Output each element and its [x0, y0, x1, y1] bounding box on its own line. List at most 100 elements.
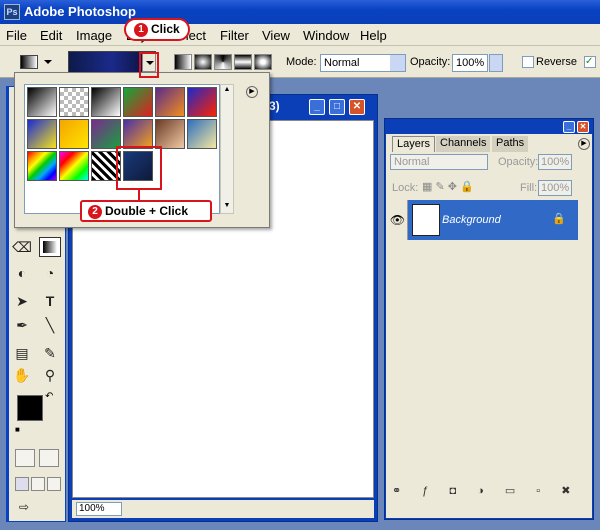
- gradient-swatch[interactable]: [27, 119, 57, 149]
- menu-window[interactable]: Window: [303, 28, 349, 43]
- line-icon[interactable]: ╲: [39, 315, 61, 335]
- zoom-value: 100%: [79, 503, 105, 514]
- linear-gradient-button[interactable]: [174, 54, 192, 70]
- gradient-swatch[interactable]: [91, 119, 121, 149]
- chevron-down-icon: [390, 55, 405, 71]
- gradient-scrollbar[interactable]: ▲ ▼: [220, 84, 234, 214]
- hand-icon[interactable]: ✋: [11, 365, 33, 385]
- blend-mode-select[interactable]: Normal: [390, 154, 488, 170]
- gradient-swatch[interactable]: [27, 87, 57, 117]
- visibility-eye-icon[interactable]: 👁: [388, 200, 408, 240]
- swap-colors-icon[interactable]: ↶: [45, 391, 53, 402]
- gradient-swatch[interactable]: [155, 119, 185, 149]
- gradient-swatch[interactable]: [123, 87, 153, 117]
- menu-view[interactable]: View: [262, 28, 290, 43]
- gradient-picker-menu-icon[interactable]: ▶: [246, 86, 258, 98]
- step1-number: 1: [134, 22, 148, 37]
- jump-to-imageready-icon[interactable]: ⇨: [13, 497, 35, 517]
- tab-paths[interactable]: Paths: [492, 136, 529, 152]
- gradient-swatch[interactable]: [59, 151, 89, 181]
- layer-lock-icon: 🔒: [552, 213, 566, 225]
- scroll-down-icon[interactable]: ▼: [222, 202, 232, 212]
- eyedropper-icon[interactable]: ✎: [39, 343, 61, 363]
- photoshop-app-icon: Ps: [4, 4, 20, 20]
- gradient-tool-icon[interactable]: [39, 237, 61, 257]
- menu-bar: File Edit Image Layer Select Filter View…: [0, 24, 600, 46]
- gradient-swatch[interactable]: [187, 119, 217, 149]
- tool-preset-picker[interactable]: [16, 52, 58, 72]
- path-selection-icon[interactable]: ➤: [11, 291, 33, 311]
- opacity-value: 100%: [456, 57, 485, 69]
- dither-checkbox[interactable]: ✓: [584, 56, 596, 68]
- layer-thumbnail: [412, 204, 440, 236]
- screen-mode-full-menu-button[interactable]: [31, 477, 45, 491]
- default-colors-icon[interactable]: ■: [15, 425, 20, 434]
- step1-text: Click: [151, 22, 180, 36]
- blur-icon[interactable]: ◐: [11, 263, 33, 283]
- window-title: Adobe Photoshop: [24, 4, 136, 19]
- step2-number: 2: [88, 204, 102, 219]
- layer-name: Background: [442, 214, 501, 226]
- step2-callout: 2 Double + Click: [80, 200, 212, 222]
- screen-mode-full-button[interactable]: [47, 477, 61, 491]
- gradient-tool-icon: [20, 55, 38, 69]
- mode-value: Normal: [324, 57, 360, 69]
- menu-help[interactable]: Help: [360, 28, 387, 43]
- callout-connector: [138, 190, 140, 200]
- zoom-field[interactable]: 100%: [76, 502, 122, 516]
- palette-minimize-button[interactable]: _: [563, 121, 575, 133]
- tab-layers[interactable]: Layers: [392, 136, 436, 152]
- gradient-swatch[interactable]: [187, 87, 217, 117]
- quick-mask-button[interactable]: [39, 449, 59, 467]
- gradient-swatch[interactable]: [59, 87, 89, 117]
- diamond-gradient-button[interactable]: [254, 54, 272, 70]
- window-title-bar: Ps Adobe Photoshop: [0, 0, 600, 24]
- close-button[interactable]: ✕: [349, 99, 365, 115]
- maximize-button[interactable]: □: [329, 99, 345, 115]
- layer-opacity-value: 100%: [541, 156, 570, 168]
- highlight-selected-gradient: [116, 146, 162, 190]
- opacity-input[interactable]: 100%: [452, 54, 488, 72]
- reflected-gradient-button[interactable]: [234, 54, 252, 70]
- menu-edit[interactable]: Edit: [40, 28, 62, 43]
- lock-icons[interactable]: ▦ ✎ ✥ 🔒: [422, 180, 474, 193]
- fill-label: Fill:: [520, 182, 538, 194]
- palette-menu-icon[interactable]: ▶: [578, 138, 590, 150]
- minimize-button[interactable]: _: [309, 99, 325, 115]
- radial-gradient-button[interactable]: [194, 54, 212, 70]
- chevron-down-icon: [44, 60, 52, 68]
- gradient-swatch[interactable]: [27, 151, 57, 181]
- menu-filter[interactable]: Filter: [220, 28, 249, 43]
- zoom-icon[interactable]: ⚲: [39, 365, 61, 385]
- tab-channels[interactable]: Channels: [436, 136, 491, 152]
- layer-opacity-input[interactable]: 100%: [538, 154, 572, 170]
- palette-close-button[interactable]: ✕: [577, 121, 589, 133]
- pen-icon[interactable]: ✒: [11, 315, 33, 335]
- gradient-swatch[interactable]: [155, 87, 185, 117]
- gradient-swatch[interactable]: [123, 119, 153, 149]
- mode-label: Mode:: [286, 56, 317, 68]
- foreground-color[interactable]: [17, 395, 43, 421]
- step2-text: Double + Click: [105, 204, 189, 218]
- blend-mode-value: Normal: [394, 156, 430, 168]
- opacity-slider-arrow[interactable]: [489, 54, 503, 72]
- dodge-icon[interactable]: ◔: [39, 263, 61, 283]
- standard-mode-button[interactable]: [15, 449, 35, 467]
- notes-icon[interactable]: ▤: [11, 343, 33, 363]
- scroll-up-icon[interactable]: ▲: [222, 86, 232, 96]
- fill-input[interactable]: 100%: [538, 180, 572, 196]
- mode-select[interactable]: Normal: [320, 54, 406, 72]
- gradient-swatch[interactable]: [59, 119, 89, 149]
- angle-gradient-button[interactable]: [214, 54, 232, 70]
- layer-row-background[interactable]: 👁 Background 🔒: [388, 200, 578, 240]
- menu-file[interactable]: File: [6, 28, 27, 43]
- document-title: 3): [269, 99, 280, 113]
- gradient-swatch[interactable]: [91, 87, 121, 117]
- eraser-icon[interactable]: ⌫: [11, 237, 33, 257]
- menu-image[interactable]: Image: [76, 28, 112, 43]
- type-tool-icon[interactable]: T: [39, 291, 61, 311]
- screen-mode-standard-button[interactable]: [15, 477, 29, 491]
- reverse-checkbox[interactable]: [522, 56, 534, 68]
- layer-opacity-label: Opacity:: [498, 156, 539, 168]
- layers-footer-icons[interactable]: ⚭ ƒ ◘ ◑ ▭ ▫ ✖: [392, 484, 588, 500]
